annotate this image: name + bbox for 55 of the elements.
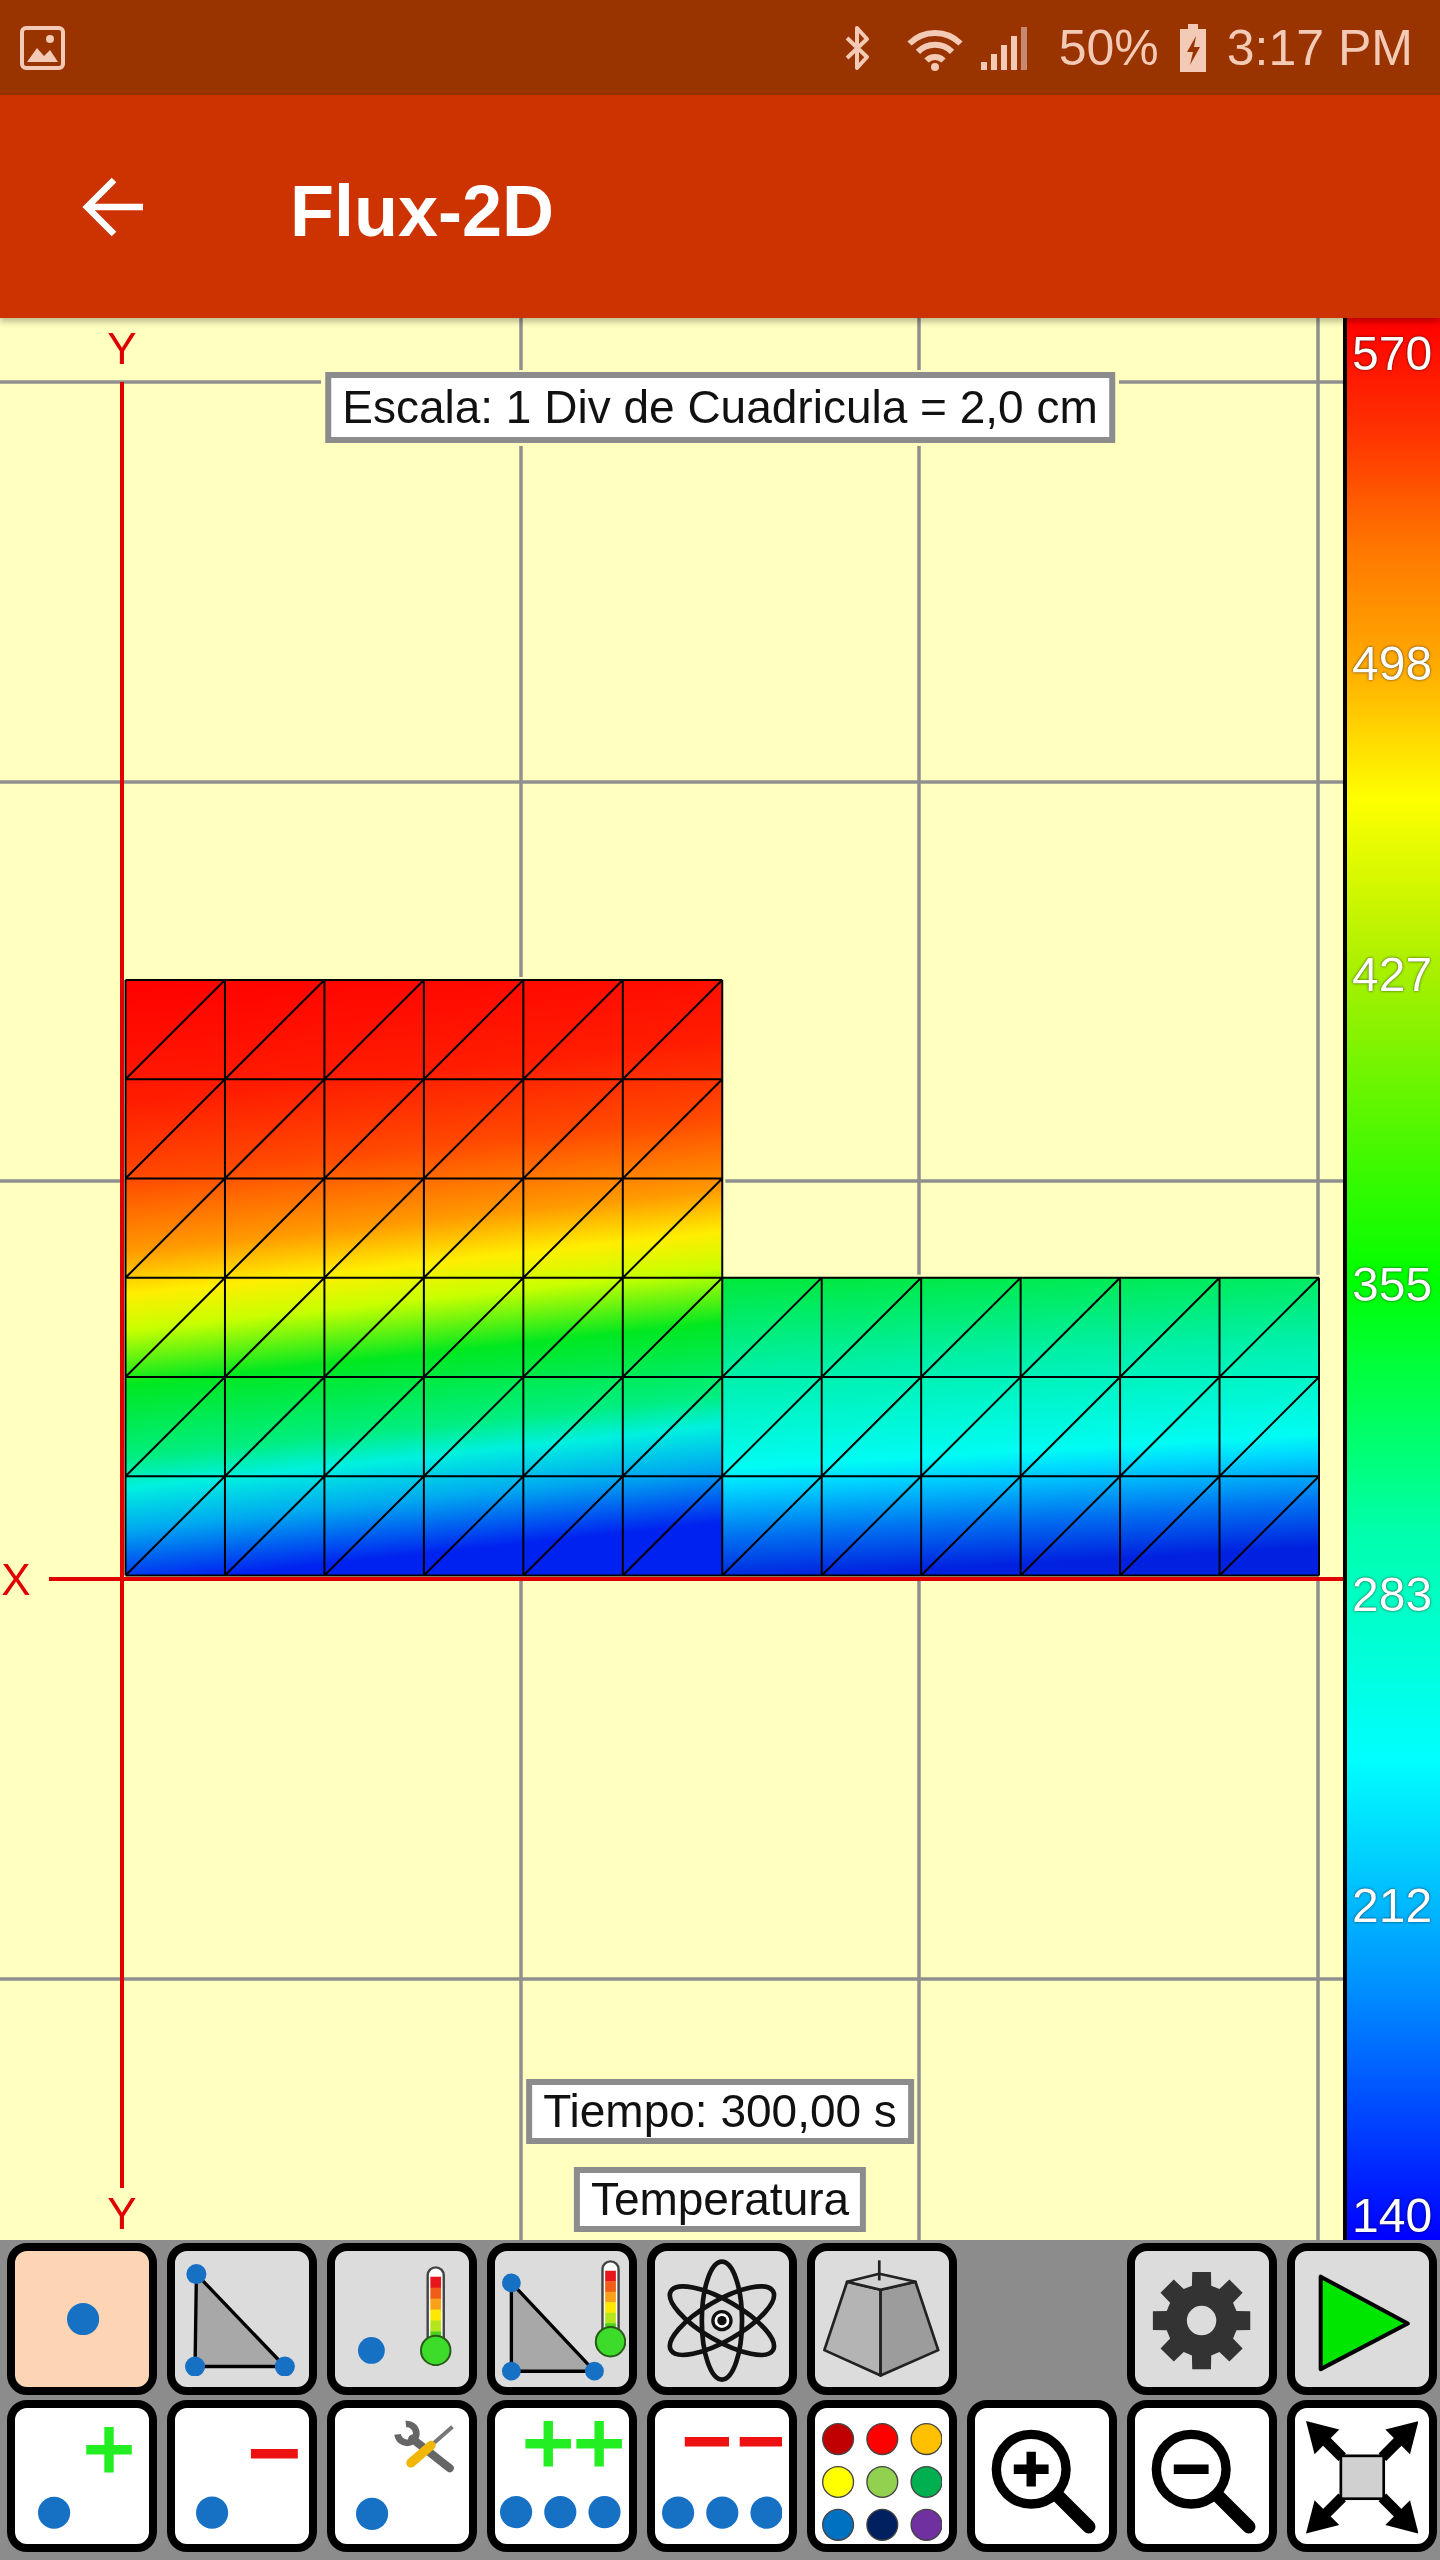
palette-button[interactable] [807,2400,957,2552]
quantity-label: Temperatura [573,2167,867,2232]
fit-view-button[interactable] [1287,2400,1437,2552]
expand-arrows-icon [1305,2421,1419,2534]
add-node-button[interactable] [7,2400,157,2552]
dot-minus-icon [196,2448,299,2529]
app-title: Flux-2D [290,169,555,247]
atom-icon [667,2259,777,2383]
settings-icon [1152,2271,1252,2371]
drawing-canvas[interactable]: Y X Y Escala: 1 Div de Cuadricula = 2,0 cm Tiempo: 300,00 s Temperatura [0,318,1343,2240]
scale-value: 570 [1352,330,1434,378]
dot-plus-icon [37,2426,132,2529]
scale-label: Escala: 1 Div de Cuadricula = 2,0 cm [325,372,1115,443]
dot-icon [67,2303,100,2336]
zoom-in-icon [991,2429,1097,2536]
settings-button[interactable] [1127,2243,1277,2395]
triangle-element-icon [185,2263,295,2377]
remove-node-button[interactable] [167,2400,317,2552]
time-label: Tiempo: 300,00 s [526,2079,914,2144]
scale-value: 355 [1352,1261,1434,1309]
atom-button[interactable] [647,2243,797,2395]
remove-nodes-button[interactable] [647,2400,797,2552]
node-tool-button[interactable] [7,2243,157,2395]
zoom-out-button[interactable] [1127,2400,1277,2552]
scale-value: 212 [1352,1881,1434,1930]
axis-label: X [1,1555,31,1604]
battery-percent: 50% [1058,18,1159,78]
signal-icon [979,25,1029,70]
element-temperature-button[interactable] [487,2243,637,2395]
grid-line [917,318,921,370]
frustum-icon [823,2259,940,2377]
element-tool-button[interactable] [167,2243,317,2395]
edit-node-button[interactable] [327,2400,477,2552]
grid-line [519,318,523,370]
axis-label: Y [107,2189,137,2238]
frustum-button[interactable] [807,2243,957,2395]
triangle-thermometer-icon [501,2260,627,2381]
play-button[interactable] [1287,2243,1437,2395]
axis-label: Y [107,324,137,373]
dots-minus-icon [661,2436,783,2529]
node-temperature-button[interactable] [327,2243,477,2395]
palette-icon [821,2422,943,2541]
image-icon [20,25,65,70]
add-nodes-button[interactable] [487,2400,637,2552]
scale-value: 283 [1352,1571,1434,1620]
clock-time: 3:17 PM [1226,18,1413,78]
play-icon [1317,2273,1411,2372]
dot-tools-icon [356,2420,456,2530]
dot-thermometer-icon [357,2265,452,2367]
zoom-out-icon [1151,2429,1257,2536]
zoom-in-button[interactable] [967,2400,1117,2552]
scale-value: 427 [1352,950,1434,999]
scale-value: 498 [1352,640,1434,689]
dots-plus-icon [500,2421,623,2529]
scale-value: 140 [1352,2191,1434,2240]
